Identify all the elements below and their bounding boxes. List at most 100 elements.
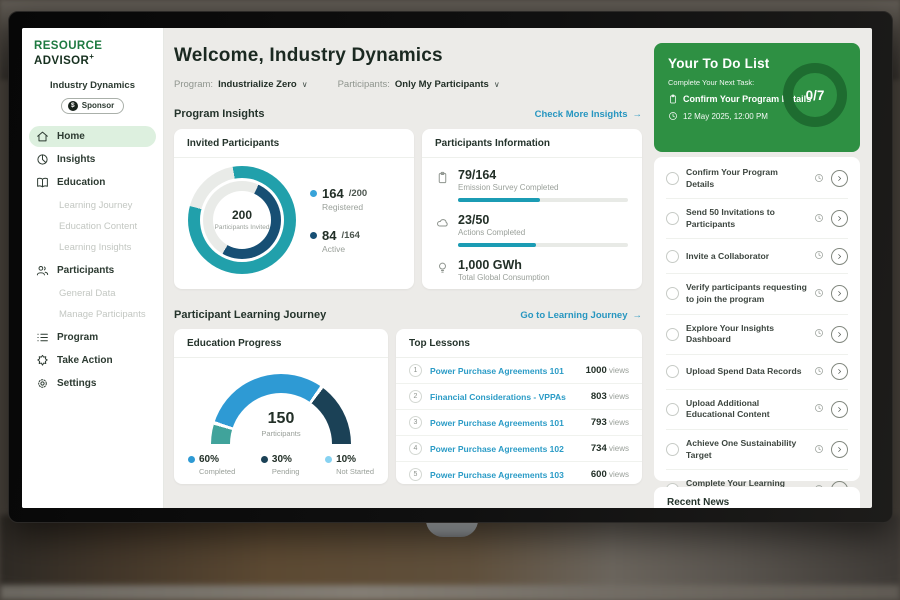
donut-center-value: 200 bbox=[232, 208, 252, 222]
task-chevron-button[interactable] bbox=[831, 441, 848, 458]
chevron-right-icon bbox=[835, 289, 844, 298]
stat-value: 23/50 bbox=[458, 213, 628, 227]
sidebar-item-learning-insights[interactable]: Learning Insights bbox=[29, 239, 156, 256]
task-checkbox[interactable] bbox=[666, 250, 679, 263]
legend-denominator: /164 bbox=[341, 230, 360, 241]
lesson-link[interactable]: Power Purchase Agreements 103 bbox=[430, 470, 583, 480]
take-action-icon bbox=[36, 354, 49, 367]
actions-completed-row: 23/50 Actions Completed bbox=[436, 213, 628, 247]
link-label: Go to Learning Journey bbox=[520, 310, 627, 321]
section-title: Program Insights bbox=[174, 108, 264, 120]
task-chevron-button[interactable] bbox=[831, 285, 848, 302]
donut-center: 200 Participants Invited bbox=[213, 191, 271, 249]
recent-news-card: Recent News bbox=[654, 487, 860, 508]
task-chevron-button[interactable] bbox=[831, 326, 848, 343]
recent-news-title: Recent News bbox=[667, 497, 847, 508]
sidebar-item-label: Take Action bbox=[57, 355, 113, 366]
stat-value: 79/164 bbox=[458, 168, 628, 182]
cloud-icon bbox=[436, 216, 449, 229]
views-label: views bbox=[609, 366, 629, 375]
clock-icon bbox=[814, 441, 824, 459]
sidebar-item-learning-journey[interactable]: Learning Journey bbox=[29, 197, 156, 214]
legend-completed: 60% Completed bbox=[188, 454, 235, 476]
sidebar-item-take-action[interactable]: Take Action bbox=[29, 350, 156, 371]
lesson-link[interactable]: Power Purchase Agreements 101 bbox=[430, 366, 578, 376]
task-checkbox[interactable] bbox=[666, 212, 679, 225]
check-more-insights-link[interactable]: Check More Insights → bbox=[535, 109, 642, 120]
sidebar-item-insights[interactable]: Insights bbox=[29, 149, 156, 170]
legend-label: Active bbox=[322, 244, 367, 254]
clock-icon bbox=[814, 210, 824, 228]
task-row[interactable]: Explore Your Insights Dashboard bbox=[666, 315, 848, 355]
task-checkbox[interactable] bbox=[666, 365, 679, 378]
legend-registered: 164 /200 Registered bbox=[310, 186, 367, 212]
task-checkbox[interactable] bbox=[666, 287, 679, 300]
task-checkbox[interactable] bbox=[666, 328, 679, 341]
consumption-row: 1,000 GWh Total Global Consumption bbox=[436, 258, 628, 282]
legend-pct: 10% bbox=[336, 454, 356, 465]
lesson-link[interactable]: Power Purchase Agreements 101 bbox=[430, 418, 583, 428]
sidebar-nav: Home Insights Education Learning Journey… bbox=[22, 126, 163, 394]
task-chevron-button[interactable] bbox=[831, 170, 848, 187]
top-lessons-card: Top Lessons 1 Power Purchase Agreements … bbox=[396, 329, 642, 484]
task-row[interactable]: Achieve One Sustainability Target bbox=[666, 430, 848, 470]
sidebar-item-education[interactable]: Education bbox=[29, 172, 156, 193]
program-dropdown[interactable]: Program: Industrialize Zero ∨ bbox=[174, 79, 308, 90]
legend-pct: 30% bbox=[272, 454, 292, 465]
views-label: views bbox=[609, 418, 629, 427]
legend-dot bbox=[310, 190, 317, 197]
sidebar-item-manage-participants[interactable]: Manage Participants bbox=[29, 306, 156, 323]
lesson-link[interactable]: Financial Considerations - VPPAs bbox=[430, 392, 583, 402]
lesson-row: 5 Power Purchase Agreements 103 600 view… bbox=[396, 462, 642, 487]
sidebar-item-home[interactable]: Home bbox=[29, 126, 156, 147]
legend-denominator: /200 bbox=[349, 188, 368, 199]
task-chevron-button[interactable] bbox=[831, 401, 848, 418]
arrow-right-icon: → bbox=[633, 310, 643, 321]
card-title: Education Progress bbox=[174, 329, 388, 358]
page-title: Welcome, Industry Dynamics bbox=[174, 45, 443, 67]
card-title: Top Lessons bbox=[396, 329, 642, 358]
legend-dot bbox=[188, 456, 195, 463]
task-row[interactable]: Upload Spend Data Records bbox=[666, 355, 848, 390]
todo-progress-ring: 0/7 bbox=[783, 63, 847, 127]
sidebar-item-program[interactable]: Program bbox=[29, 327, 156, 348]
sidebar-item-settings[interactable]: Settings bbox=[29, 373, 156, 394]
task-chevron-button[interactable] bbox=[831, 363, 848, 380]
sidebar-item-participants[interactable]: Participants bbox=[29, 260, 156, 281]
insights-icon bbox=[36, 153, 49, 166]
task-row[interactable]: Invite a Collaborator bbox=[666, 239, 848, 274]
task-chevron-button[interactable] bbox=[831, 210, 848, 227]
donut-chart: 200 Participants Invited 164 /200 Regist… bbox=[174, 158, 414, 274]
task-checkbox[interactable] bbox=[666, 443, 679, 456]
sponsor-badge-label: Sponsor bbox=[82, 101, 114, 110]
arrow-right-icon: → bbox=[633, 109, 643, 120]
sidebar-item-education-content[interactable]: Education Content bbox=[29, 218, 156, 235]
go-to-learning-journey-link[interactable]: Go to Learning Journey → bbox=[520, 310, 642, 321]
task-label: Send 50 Invitations to Participants bbox=[686, 207, 807, 230]
task-checkbox[interactable] bbox=[666, 172, 679, 185]
legend-dot bbox=[310, 232, 317, 239]
views-label: views bbox=[609, 392, 629, 401]
task-row[interactable]: Send 50 Invitations to Participants bbox=[666, 199, 848, 239]
task-row[interactable]: Upload Additional Educational Content bbox=[666, 390, 848, 430]
participants-dropdown[interactable]: Participants: Only My Participants ∨ bbox=[338, 79, 500, 90]
card-title: Participants Information bbox=[422, 129, 642, 158]
gauge-legend: 60% Completed 30% Pending 10% Not Starte… bbox=[174, 454, 388, 484]
task-checkbox[interactable] bbox=[666, 403, 679, 416]
sponsor-badge: $ Sponsor bbox=[61, 98, 124, 114]
program-label: Program: bbox=[174, 79, 213, 90]
lesson-link[interactable]: Power Purchase Agreements 102 bbox=[430, 444, 583, 454]
progress-track bbox=[458, 198, 628, 202]
participants-information-card: Participants Information 79/164 Emission… bbox=[422, 129, 642, 289]
task-row[interactable]: Verify participants requesting to join t… bbox=[666, 274, 848, 314]
lesson-row: 4 Power Purchase Agreements 102 734 view… bbox=[396, 436, 642, 462]
sidebar-item-general-data[interactable]: General Data bbox=[29, 285, 156, 302]
clipboard-icon bbox=[436, 171, 449, 184]
task-chevron-button[interactable] bbox=[831, 248, 848, 265]
participants-value: Only My Participants bbox=[395, 79, 489, 90]
legend-label: Registered bbox=[322, 202, 367, 212]
logo-plus: + bbox=[89, 52, 94, 61]
task-row[interactable]: Confirm Your Program Details bbox=[666, 159, 848, 199]
chevron-right-icon bbox=[835, 174, 844, 183]
stat-label: Actions Completed bbox=[458, 228, 628, 237]
